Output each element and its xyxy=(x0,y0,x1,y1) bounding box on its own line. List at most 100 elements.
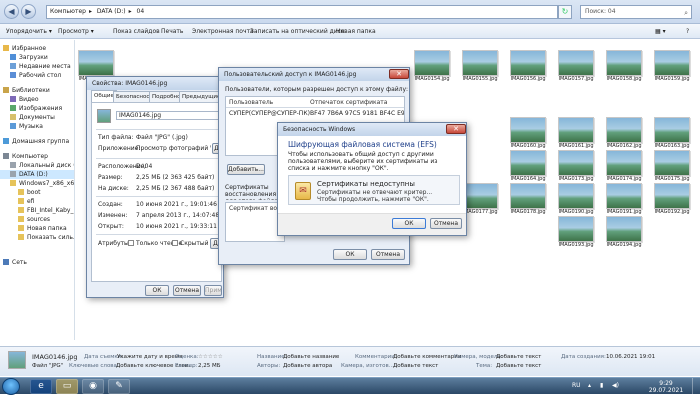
search-input[interactable]: Поиск: 04 ⌕ xyxy=(580,5,692,19)
file-thumbnail[interactable]: IMAG0190.jpg xyxy=(556,183,596,217)
file-thumbnail[interactable]: IMAG0163.jpg xyxy=(652,117,692,151)
network-icon[interactable]: ▮ xyxy=(600,382,603,389)
clock[interactable]: 9:29 29.07.2021 xyxy=(648,380,684,394)
nav-item[interactable]: Библиотеки xyxy=(0,86,74,95)
file-thumbnail[interactable]: IMAG0192.jpg xyxy=(652,183,692,217)
file-thumbnail[interactable]: IMAG0161.jpg xyxy=(556,117,596,151)
efs-ok-button[interactable]: ОК xyxy=(392,218,426,229)
tray-arrow-icon[interactable]: ▴ xyxy=(588,382,591,389)
file-thumbnail[interactable]: IMAG0160.jpg xyxy=(508,117,548,151)
nav-item[interactable]: Сеть xyxy=(0,258,74,267)
burn-button[interactable]: Записать на оптический диск xyxy=(250,27,345,36)
file-thumbnail[interactable]: IMAG0178.jpg xyxy=(508,183,548,217)
file-thumbnail[interactable]: IMAG0157.jpg xyxy=(556,50,596,84)
thumbprint-cell[interactable]: BF47 7B6A 97C5 9181 BF4C E945 3627 7... xyxy=(310,110,404,117)
nav-item[interactable]: Показать силь.р xyxy=(0,233,74,242)
help-icon[interactable]: ? xyxy=(686,27,689,36)
properties-cancel-button[interactable]: Отмена xyxy=(173,285,201,296)
show-desktop-button[interactable] xyxy=(692,378,700,395)
access-ok-button[interactable]: ОК xyxy=(333,249,367,260)
volume-icon[interactable]: ◀) xyxy=(612,382,619,389)
file-thumbnail[interactable]: IMAG0164.jpg xyxy=(508,150,548,184)
close-icon[interactable]: ✕ xyxy=(446,124,466,134)
nav-item-label: Избранное xyxy=(12,45,47,52)
new-folder-button[interactable]: Новая папка xyxy=(336,27,376,36)
forward-button[interactable]: ▶ xyxy=(21,4,36,19)
breadcrumb-data[interactable]: DATA (D:) xyxy=(94,6,129,18)
nav-item[interactable]: sources xyxy=(0,215,74,224)
file-thumbnail[interactable]: IMAG0194.jpg xyxy=(604,216,644,250)
address-box[interactable]: Компьютер ▸ DATA (D:) ▸ 04 xyxy=(46,5,558,19)
folder-icon xyxy=(10,63,16,69)
chrome-icon[interactable]: ◉ xyxy=(82,379,104,394)
file-thumbnail[interactable]: IMAG0174.jpg xyxy=(604,150,644,184)
nav-item[interactable]: Windows7_x86_x64_Ul xyxy=(0,179,74,188)
detail-comments[interactable]: Добавьте комментарии xyxy=(393,354,461,361)
file-thumbnail[interactable]: IMAG0175.jpg xyxy=(652,150,692,184)
breadcrumb-folder[interactable]: 04 xyxy=(134,6,148,18)
language-indicator[interactable]: RU xyxy=(572,382,581,389)
nav-item[interactable]: Избранное xyxy=(0,44,74,53)
nav-item[interactable]: Загрузки xyxy=(0,53,74,62)
nav-item[interactable]: Домашняя группа xyxy=(0,137,74,146)
file-thumbnail[interactable]: IMAG0155.jpg xyxy=(460,50,500,84)
nav-item[interactable]: Новая папка xyxy=(0,224,74,233)
start-button[interactable] xyxy=(2,378,20,395)
tab-previous-versions[interactable]: Предыдущие версии xyxy=(179,91,223,102)
file-thumbnail[interactable]: IMAG0191.jpg xyxy=(604,183,644,217)
col-cert-header[interactable]: Отпечаток сертификата xyxy=(310,99,387,106)
nav-item[interactable]: boot xyxy=(0,188,74,197)
file-thumbnail[interactable]: IMAG0154.jpg xyxy=(412,50,452,84)
file-thumbnail[interactable]: IMAG0159.jpg xyxy=(652,50,692,84)
file-thumbnail[interactable]: IMAG0156.jpg xyxy=(508,50,548,84)
properties-ok-button[interactable]: ОК xyxy=(145,285,169,296)
detail-title[interactable]: Добавьте название xyxy=(283,354,339,361)
preview-button[interactable]: Просмотр ▾ xyxy=(58,27,94,36)
explorer-icon[interactable]: ▭ xyxy=(56,379,78,394)
col-user-header[interactable]: Пользователь xyxy=(229,99,273,106)
add-user-button[interactable]: Добавить... xyxy=(227,164,265,175)
slideshow-button[interactable]: Показ слайдов xyxy=(113,27,160,36)
detail-subject[interactable]: Добавьте текст xyxy=(496,363,541,370)
nav-item[interactable]: Изображения xyxy=(0,104,74,113)
detail-camera-model[interactable]: Добавьте текст xyxy=(496,354,541,361)
file-thumbnail[interactable]: IMAG0162.jpg xyxy=(604,117,644,151)
checkbox-box[interactable] xyxy=(172,240,178,246)
organize-button[interactable]: Упорядочить ▾ xyxy=(6,27,52,36)
recovery-list[interactable]: Сертификат восстановления xyxy=(225,202,321,242)
paint-icon[interactable]: ✎ xyxy=(108,379,130,394)
ie-icon[interactable]: e xyxy=(30,379,52,394)
efs-cancel-button[interactable]: Отмена xyxy=(430,218,462,229)
user-cell[interactable]: СУПЕР(СУПЕР@СУПЕР-ПК) xyxy=(229,110,310,117)
nav-item[interactable]: FBI_Intel_Kaby_Lak xyxy=(0,206,74,215)
nav-item[interactable]: Недавние места xyxy=(0,62,74,71)
file-thumbnail[interactable]: IMAG0193.jpg xyxy=(556,216,596,250)
detail-date-taken[interactable]: Укажите дату и время xyxy=(117,354,182,361)
nav-item[interactable]: Компьютер xyxy=(0,152,74,161)
view-icon[interactable]: ▦ ▾ xyxy=(655,27,666,36)
close-icon[interactable]: ✕ xyxy=(389,69,409,79)
nav-item[interactable]: Видео xyxy=(0,95,74,104)
back-button[interactable]: ◀ xyxy=(4,4,19,19)
nav-item[interactable]: DATA (D:) xyxy=(0,170,74,179)
filename-field[interactable]: IMAG0146.jpg xyxy=(116,111,220,120)
refresh-icon[interactable]: ↻ xyxy=(558,5,572,19)
nav-item[interactable]: Документы xyxy=(0,113,74,122)
print-button[interactable]: Печать xyxy=(161,27,183,36)
breadcrumb-computer[interactable]: Компьютер xyxy=(47,6,89,18)
detail-authors[interactable]: Добавьте автора xyxy=(283,363,332,370)
detail-camera-maker[interactable]: Добавьте текст xyxy=(393,363,438,370)
checkbox-box[interactable] xyxy=(128,240,134,246)
access-cancel-button[interactable]: Отмена xyxy=(371,249,405,260)
nav-item[interactable]: Музыка xyxy=(0,122,74,131)
hidden-checkbox[interactable]: Скрытый xyxy=(172,240,209,247)
nav-item[interactable]: Рабочий стол xyxy=(0,71,74,80)
file-thumbnail[interactable]: IMAG0158.jpg xyxy=(604,50,644,84)
rating-stars[interactable]: ☆☆☆☆☆ xyxy=(198,354,223,361)
nav-item[interactable]: Локальный диск (C:) xyxy=(0,161,74,170)
cert-tile[interactable]: ✉ Сертификаты недоступны Сертификаты не … xyxy=(288,175,460,205)
email-button[interactable]: Электронная почта xyxy=(192,27,254,36)
properties-apply-button[interactable]: Применить xyxy=(204,285,222,296)
nav-item[interactable]: efi xyxy=(0,197,74,206)
file-thumbnail[interactable]: IMAG0173.jpg xyxy=(556,150,596,184)
